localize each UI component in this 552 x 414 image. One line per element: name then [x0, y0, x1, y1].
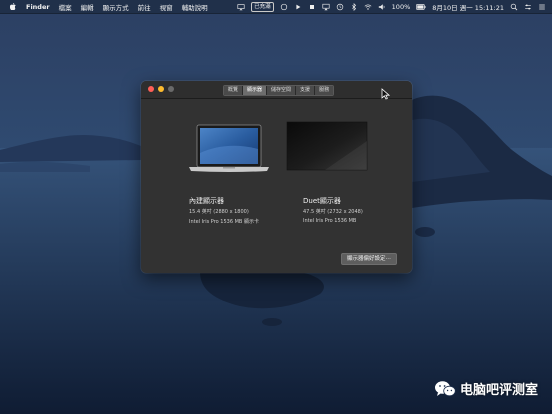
- airplay-icon[interactable]: [322, 3, 330, 11]
- display-resolution: 15.4 英吋 (2880 x 1800): [189, 209, 249, 215]
- display-preferences-button[interactable]: 顯示器偏好設定⋯: [341, 253, 398, 265]
- zoom-button: [168, 86, 174, 92]
- menu-finder[interactable]: Finder: [26, 3, 50, 11]
- play-icon[interactable]: [294, 3, 302, 11]
- menu-view[interactable]: 顯示方式: [103, 2, 129, 12]
- wifi-icon[interactable]: [364, 3, 372, 11]
- about-this-mac-window: 概覽 顯示器 儲存空間 支援 服務 內建顯示器 15.4 英吋 (2880 x …: [141, 81, 412, 273]
- wechat-icon: [434, 380, 456, 396]
- bluetooth-icon[interactable]: [350, 2, 358, 11]
- stop-icon[interactable]: [308, 3, 316, 11]
- charge-status[interactable]: 已充滿: [251, 1, 274, 12]
- tab-overview[interactable]: 概覽: [224, 86, 244, 95]
- watermark: 电脑吧评测室: [434, 379, 538, 398]
- volume-icon[interactable]: [378, 3, 386, 11]
- macbook-pro-image: [189, 124, 269, 172]
- display-gpu: Intel Iris Pro 1536 MB 顯示卡: [189, 219, 259, 225]
- close-button[interactable]: [148, 86, 154, 92]
- menu-bar: Finder 檔案 編輯 顯示方式 前往 視窗 輔助說明 已充滿 100% 8月…: [0, 0, 552, 14]
- menu-help[interactable]: 輔助說明: [182, 2, 208, 12]
- battery-percent[interactable]: 100%: [392, 3, 411, 11]
- search-icon[interactable]: [510, 3, 518, 11]
- display-resolution: 47.5 英吋 (2732 x 2048): [303, 209, 363, 215]
- battery-icon[interactable]: [416, 3, 426, 11]
- date-time[interactable]: 8月10日 週一 15:11:21: [432, 2, 504, 12]
- display-gpu: Intel Iris Pro 1536 MB: [303, 218, 357, 224]
- traffic-lights: [148, 86, 174, 92]
- screen-mirror-icon[interactable]: [237, 3, 245, 11]
- window-titlebar[interactable]: 概覽 顯示器 儲存空間 支援 服務: [141, 81, 412, 99]
- status-area: 已充滿 100% 8月10日 週一 15:11:21: [237, 0, 546, 13]
- duet-icon[interactable]: [280, 3, 288, 11]
- clock-icon[interactable]: [336, 3, 344, 11]
- display-name: Duet顯示器: [303, 197, 341, 205]
- menu-go[interactable]: 前往: [138, 2, 151, 12]
- watermark-text: 电脑吧评测室: [459, 383, 538, 398]
- control-center-icon[interactable]: [524, 3, 532, 11]
- display-name: 內建顯示器: [189, 197, 224, 205]
- tab-displays[interactable]: 顯示器: [243, 86, 268, 95]
- tab-service[interactable]: 服務: [315, 86, 334, 95]
- menu-file[interactable]: 檔案: [59, 2, 72, 12]
- mouse-pointer-icon: [381, 88, 390, 100]
- notification-center-icon[interactable]: [538, 3, 546, 11]
- external-display-image: [286, 121, 368, 171]
- apple-menu-icon[interactable]: [10, 3, 16, 10]
- menu-edit[interactable]: 編輯: [81, 2, 94, 12]
- tab-storage[interactable]: 儲存空間: [267, 86, 297, 95]
- tab-support[interactable]: 支援: [296, 86, 316, 95]
- menu-window[interactable]: 視窗: [160, 2, 173, 12]
- minimize-button[interactable]: [158, 86, 164, 92]
- segmented-tabs: 概覽 顯示器 儲存空間 支援 服務: [223, 85, 335, 96]
